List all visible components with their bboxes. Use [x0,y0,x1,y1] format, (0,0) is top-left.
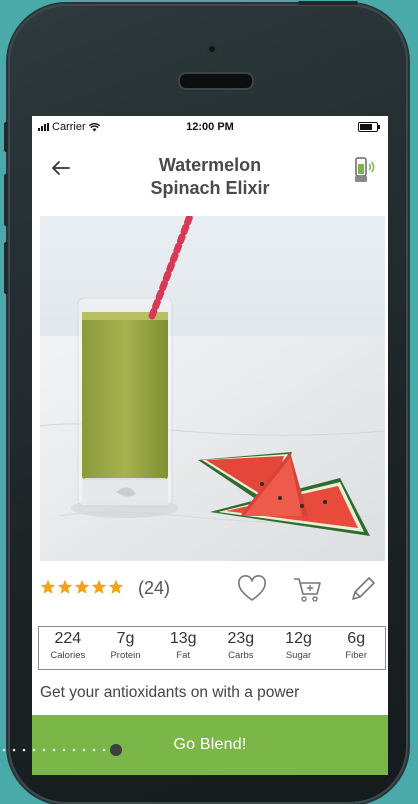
recipe-title-line-2: Spinach Elixir [150,178,270,198]
nutrition-value: 23g [227,630,255,647]
add-to-cart-icon[interactable] [292,574,324,604]
star-icon [108,579,124,594]
nutrition-table: 224 Calories 7g Protein 13g Fat 23g Carbs 12g Sug… [38,626,386,670]
rating-actions-row: (24) [40,574,385,604]
nutrition-item-calories: 224 Calories [39,627,97,669]
nutrition-label: Fiber [345,650,368,661]
pencil-icon[interactable] [346,574,378,604]
star-icon [40,579,56,594]
star-icon [91,579,107,594]
recipe-header: Watermelon Spinach Elixir [32,138,388,208]
recipe-title: Watermelon Spinach Elixir [92,154,328,200]
recipe-photo [40,216,385,561]
nutrition-value: 13g [169,630,197,647]
blender-connect-icon[interactable] [354,154,376,184]
nutrition-label: Calories [50,650,86,661]
volume-up-button [4,174,8,226]
heart-icon[interactable] [236,574,268,604]
nutrition-item-fiber: 6g Fiber [327,627,385,669]
nutrition-label: Fat [176,650,191,661]
volume-down-button [4,242,8,294]
star-icon [74,579,90,594]
nutrition-item-carbs: 23g Carbs [212,627,270,669]
rating-count: (24) [138,578,171,598]
mute-switch [4,122,8,152]
nutrition-value: 6g [347,630,366,647]
nutrition-value: 12g [285,630,312,647]
nutrition-value: 224 [54,630,82,647]
app-screen: Carrier 12:00 PM Watermelon Spinach Elix… [32,116,388,775]
nutrition-value: 7g [116,630,135,647]
nutrition-label: Protein [110,650,141,661]
nutrition-item-sugar: 12g Sugar [270,627,328,669]
star-icon [57,579,73,594]
page-indicator [2,744,122,756]
recipe-title-line-1: Watermelon [158,155,262,175]
battery-icon [358,122,380,132]
recipe-description: Get your antioxidants on with a power [40,684,300,701]
smoothie-image [40,216,385,561]
star-rating [40,579,124,595]
status-bar: Carrier 12:00 PM [32,116,388,138]
back-arrow-icon[interactable] [48,156,72,180]
nutrition-label: Carbs [228,650,254,661]
power-button [298,1,358,5]
nutrition-label: Sugar [285,650,312,661]
nutrition-item-fat: 13g Fat [154,627,212,669]
earpiece-speaker [178,72,254,90]
front-camera [207,44,217,54]
nutrition-item-protein: 7g Protein [97,627,155,669]
clock: 12:00 PM [186,121,234,133]
